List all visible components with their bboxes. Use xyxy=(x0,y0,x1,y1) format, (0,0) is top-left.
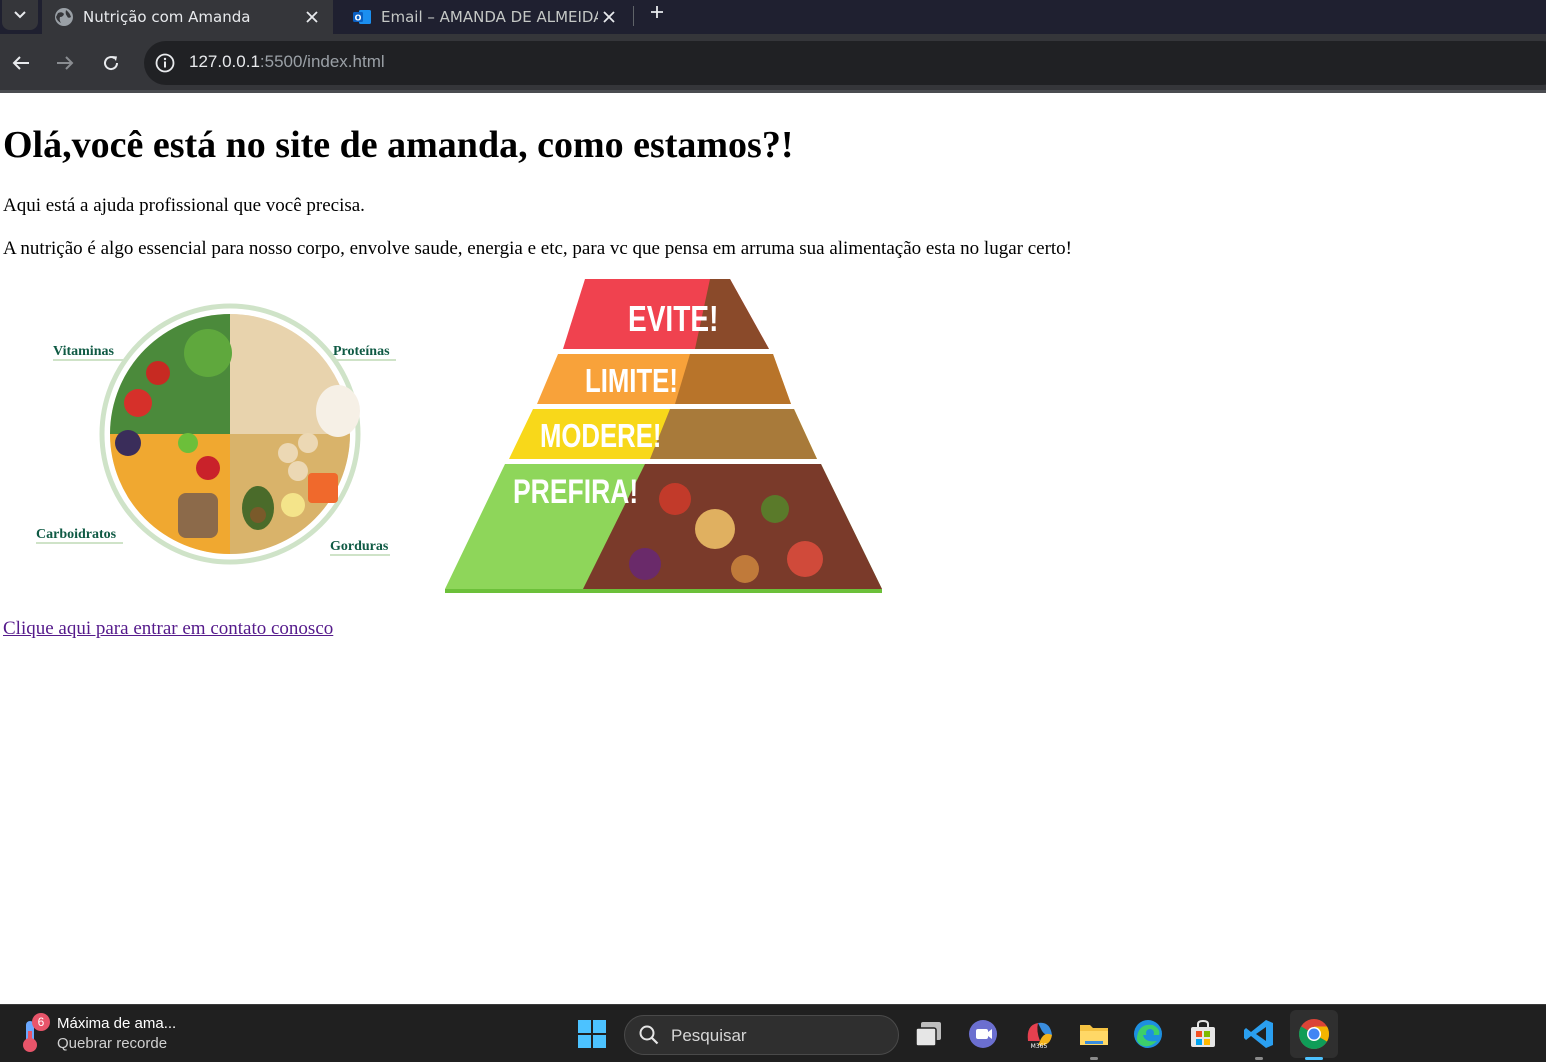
teams-icon[interactable] xyxy=(966,1017,1000,1051)
plate-label-gorduras: Gorduras xyxy=(330,539,389,554)
web-page: Olá,você está no site de amanda, como es… xyxy=(0,93,1546,1004)
browser-toolbar: 127.0.0.1:5500/index.html xyxy=(0,34,1546,93)
m365-icon[interactable]: M365 xyxy=(1022,1017,1056,1051)
windows-taskbar: 6 Máxima de ama... Quebrar recorde Pesqu… xyxy=(0,1004,1546,1062)
tab-title: Email – AMANDA DE ALMEIDA xyxy=(381,8,598,26)
food-pyramid-image: EVITE! LIMITE! MODERE! PREFIRA! xyxy=(445,279,882,593)
close-icon xyxy=(306,11,318,23)
edge-icon[interactable] xyxy=(1131,1017,1165,1051)
arrow-right-icon xyxy=(57,56,74,70)
food-plate-image: Vitaminas Proteínas Carboidratos Gordura… xyxy=(36,303,396,565)
running-indicator xyxy=(1090,1057,1098,1060)
tab-nutricao[interactable]: Nutrição com Amanda xyxy=(42,0,333,34)
tab-close-button[interactable] xyxy=(301,6,323,28)
arrow-left-icon xyxy=(12,56,29,70)
search-icon xyxy=(639,1025,659,1045)
weather-widget[interactable]: 6 Máxima de ama... Quebrar recorde xyxy=(16,1013,216,1057)
chrome-icon[interactable] xyxy=(1297,1017,1331,1051)
pyramid-label-modere: MODERE! xyxy=(540,418,661,455)
chevron-down-icon xyxy=(14,11,26,19)
windows-start-icon[interactable] xyxy=(576,1018,608,1050)
forward-button[interactable] xyxy=(50,48,80,78)
svg-text:M365: M365 xyxy=(1031,1043,1048,1050)
reload-button[interactable] xyxy=(96,48,126,78)
plus-icon xyxy=(651,6,663,18)
weather-title: Máxima de ama... xyxy=(57,1015,177,1032)
tab-separator xyxy=(633,6,634,26)
url-host: 127.0.0.1 xyxy=(189,52,260,71)
weather-subtitle: Quebrar recorde xyxy=(57,1035,168,1052)
running-indicator-active xyxy=(1305,1057,1323,1060)
close-icon xyxy=(603,11,615,23)
tab-title: Nutrição com Amanda xyxy=(83,8,251,26)
back-button[interactable] xyxy=(6,48,36,78)
plate-label-carboidratos: Carboidratos xyxy=(36,527,117,542)
tab-email[interactable]: O Email – AMANDA DE ALMEIDA xyxy=(340,0,630,34)
intro-paragraph: Aqui está a ajuda profissional que você … xyxy=(3,195,365,216)
info-icon[interactable] xyxy=(154,52,176,74)
pyramid-label-prefira: PREFIRA! xyxy=(513,473,638,511)
reload-icon xyxy=(104,56,119,71)
contact-link[interactable]: Clique aqui para entrar em contato conos… xyxy=(3,618,333,640)
new-tab-button[interactable] xyxy=(644,0,670,24)
globe-icon xyxy=(55,8,73,26)
url-rest: :5500/index.html xyxy=(259,52,385,71)
svg-text:O: O xyxy=(355,14,362,23)
taskbar-search[interactable]: Pesquisar xyxy=(624,1015,899,1055)
pyramid-label-limite: LIMITE! xyxy=(585,363,678,400)
address-bar[interactable]: 127.0.0.1:5500/index.html xyxy=(144,41,1546,85)
tab-search-button[interactable] xyxy=(2,0,38,30)
weather-badge: 6 xyxy=(32,1013,50,1031)
outlook-icon: O xyxy=(353,10,371,24)
store-icon[interactable] xyxy=(1186,1017,1220,1051)
nutrition-paragraph: A nutrição é algo essencial para nosso c… xyxy=(3,238,1073,259)
task-view-icon[interactable] xyxy=(912,1017,946,1051)
tab-close-button[interactable] xyxy=(598,6,620,28)
browser-tabstrip: Nutrição com Amanda O Email – AMANDA DE … xyxy=(0,0,1546,34)
page-heading: Olá,você está no site de amanda, como es… xyxy=(3,124,794,166)
plate-label-proteinas: Proteínas xyxy=(333,344,390,359)
plate-label-vitaminas: Vitaminas xyxy=(53,344,114,359)
search-placeholder: Pesquisar xyxy=(671,1026,747,1045)
pyramid-label-evite: EVITE! xyxy=(628,299,718,339)
running-indicator xyxy=(1255,1057,1263,1060)
vscode-icon[interactable] xyxy=(1242,1017,1276,1051)
file-explorer-icon[interactable] xyxy=(1077,1017,1111,1051)
url-text: 127.0.0.1:5500/index.html xyxy=(189,52,385,72)
